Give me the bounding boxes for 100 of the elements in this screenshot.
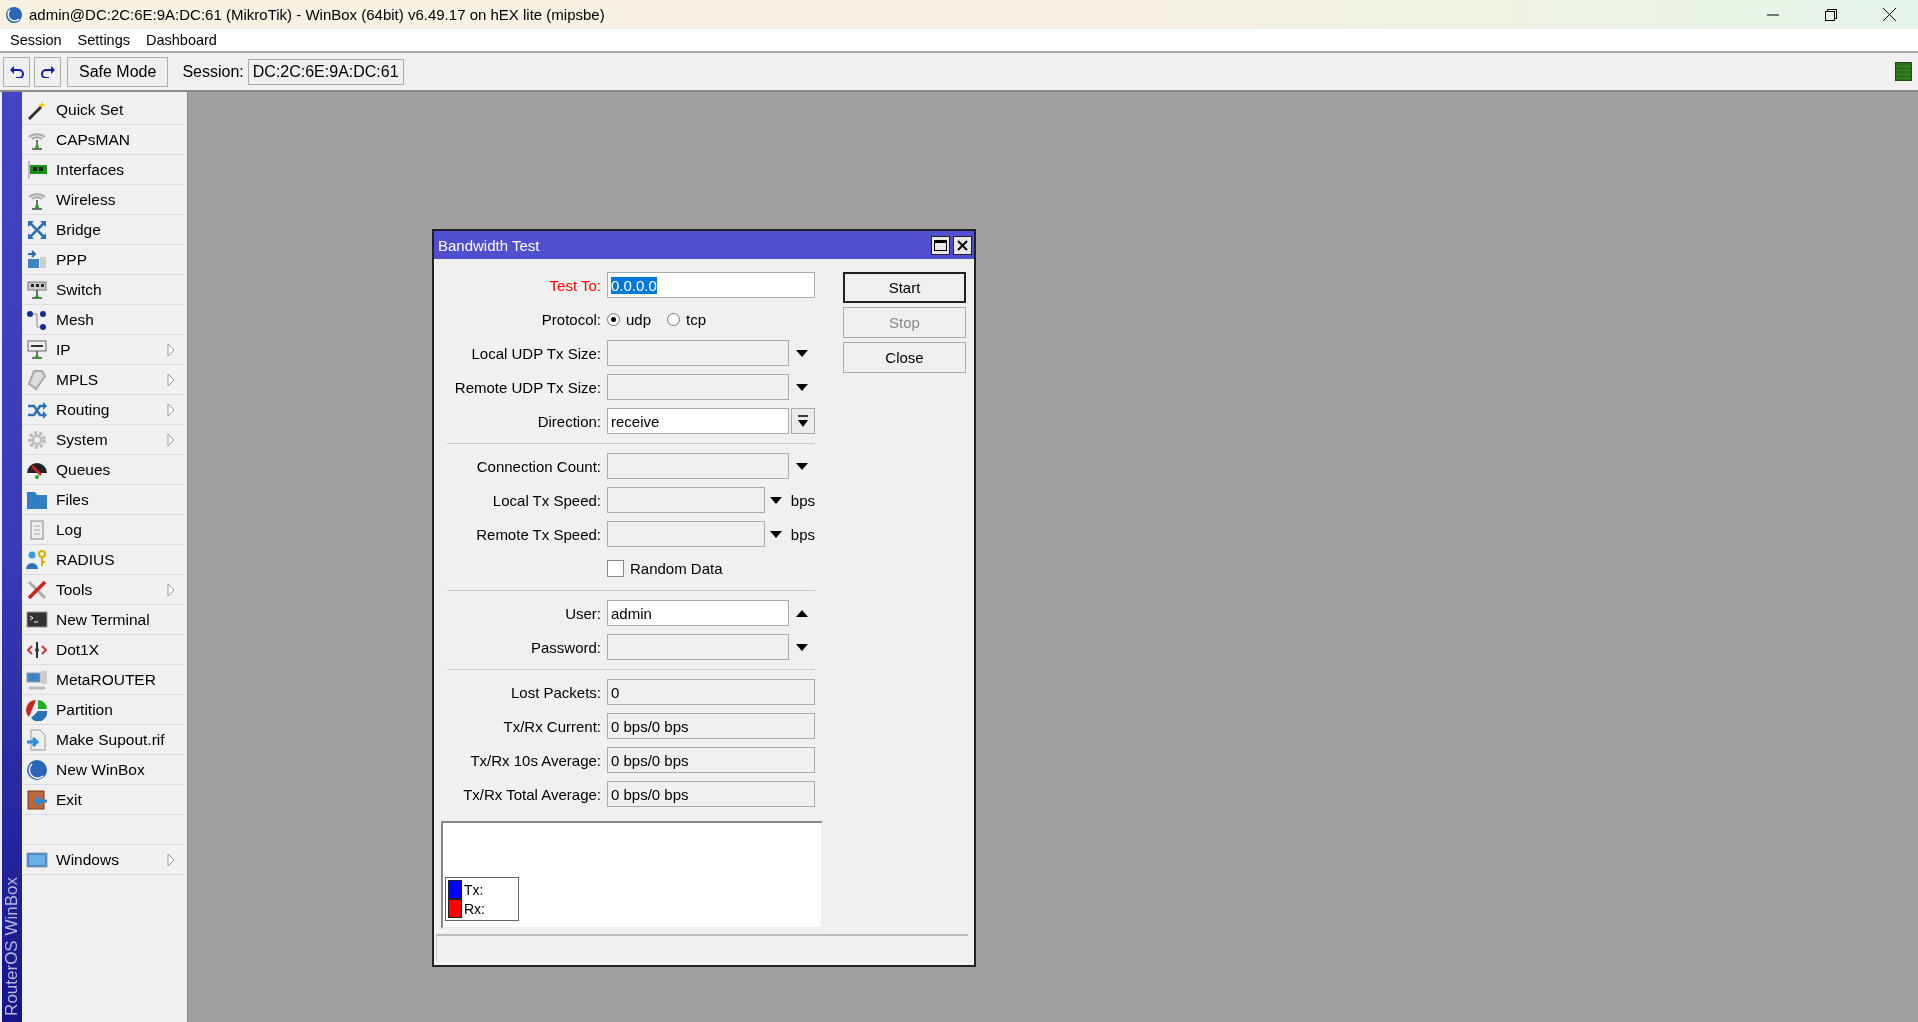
- readonly-field: 0: [607, 679, 815, 705]
- field-label: Tx/Rx Total Average:: [462, 785, 601, 803]
- close-button[interactable]: [953, 235, 972, 255]
- submenu-arrow-icon: [167, 432, 175, 447]
- radio-option[interactable]: tcp: [667, 310, 707, 328]
- minimize-icon: [1767, 13, 1779, 16]
- radio-option[interactable]: udp: [607, 310, 652, 328]
- window-title: admin@DC:2C:6E:9A:DC:61 (MikroTik) - WinBox (64bit) v6.49.17 on hEX lite (mipsbe): [29, 6, 606, 23]
- menu-item[interactable]: Settings: [69, 32, 138, 48]
- session-field[interactable]: DC:2C:6E:9A:DC:61: [247, 58, 404, 85]
- undo-icon: [9, 65, 24, 78]
- close-icon: [957, 239, 968, 251]
- checkbox-label: Random Data: [630, 559, 723, 577]
- computer-icon: [26, 668, 48, 691]
- sidebar-item[interactable]: Partition: [22, 695, 185, 725]
- dropdown-arrow-icon[interactable]: [769, 496, 782, 504]
- close-icon: [1882, 8, 1896, 21]
- sidebar-item[interactable]: Quick Set: [22, 95, 185, 125]
- combo-field[interactable]: [607, 487, 766, 513]
- submenu-arrow-icon: [167, 372, 175, 387]
- combo-field[interactable]: [607, 453, 789, 479]
- menu-item[interactable]: Session: [2, 32, 70, 48]
- submenu-arrow-icon: [167, 402, 175, 417]
- readonly-field: 0 bps/0 bps: [607, 747, 815, 773]
- sidebar-item[interactable]: CAPsMAN: [22, 125, 185, 155]
- combo-field[interactable]: [607, 340, 789, 366]
- field-label: Remote Tx Speed:: [475, 525, 601, 543]
- sidebar-item[interactable]: MetaROUTER: [22, 665, 185, 695]
- maximize-button[interactable]: [931, 235, 950, 255]
- submenu-arrow-icon: [167, 342, 175, 357]
- maximize-icon: [934, 239, 947, 251]
- sidebar-item[interactable]: Windows: [22, 845, 185, 875]
- dropdown-arrow-icon[interactable]: [796, 383, 808, 391]
- sidebar-item[interactable]: Switch: [22, 275, 185, 305]
- readonly-field: 0 bps/0 bps: [607, 713, 815, 739]
- dropdown-button[interactable]: [791, 408, 815, 434]
- up-arrow-icon[interactable]: [796, 609, 808, 617]
- sidebar-item[interactable]: Log: [22, 515, 185, 545]
- legend-label: Rx:: [464, 900, 485, 917]
- switch-icon: [26, 278, 48, 301]
- field-label: Test To:: [548, 276, 601, 294]
- sidebar-item[interactable]: Bridge: [22, 215, 185, 245]
- field-label: User:: [564, 604, 601, 622]
- sidebar-item[interactable]: Interfaces: [22, 155, 185, 185]
- sidebar-item[interactable]: System: [22, 425, 185, 455]
- checkbox[interactable]: [607, 559, 624, 577]
- sidebar-item[interactable]: MPLS: [22, 365, 185, 395]
- undo-button[interactable]: [3, 56, 30, 87]
- address-field[interactable]: 0.0.0.0: [607, 272, 815, 298]
- field-label: Remote UDP Tx Size:: [453, 378, 601, 396]
- dropdown-arrow-icon[interactable]: [769, 530, 782, 538]
- sidebar-item[interactable]: Exit: [22, 785, 185, 815]
- network-card-icon: [26, 158, 48, 181]
- app-logo-icon: [5, 5, 23, 24]
- dropdown-arrow-icon[interactable]: [796, 462, 808, 470]
- field-label: Direction:: [536, 412, 601, 430]
- sidebar-item[interactable]: Dot1X: [22, 635, 185, 665]
- combo-field[interactable]: [607, 374, 789, 400]
- submenu-arrow-icon: [167, 582, 175, 597]
- sidebar-item[interactable]: New Terminal: [22, 605, 185, 635]
- field-label: Tx/Rx 10s Average:: [469, 751, 601, 769]
- sidebar-item[interactable]: RADIUS: [22, 545, 185, 575]
- combo-field[interactable]: [607, 634, 789, 660]
- dropdown-arrow-icon[interactable]: [796, 643, 808, 651]
- sidebar-item[interactable]: Make Supout.rif: [22, 725, 185, 755]
- submenu-arrow-icon: [167, 852, 175, 867]
- combo-field[interactable]: [607, 521, 766, 547]
- sidebar-item[interactable]: IP: [22, 335, 185, 365]
- tag-icon: [26, 368, 48, 391]
- sidebar-item[interactable]: PPP: [22, 245, 185, 275]
- redo-icon: [40, 65, 55, 78]
- sidebar-item[interactable]: Wireless: [22, 185, 185, 215]
- sidebar-item[interactable]: Queues: [22, 455, 185, 485]
- dropdown-arrow-icon[interactable]: [796, 349, 808, 357]
- document-arrow-icon: [26, 728, 48, 751]
- sidebar-item[interactable]: Routing: [22, 395, 185, 425]
- menu-item[interactable]: Dashboard: [138, 32, 225, 48]
- field-label: Lost Packets:: [509, 683, 601, 701]
- dialog-button[interactable]: Close: [843, 342, 966, 373]
- users-key-icon: [26, 548, 48, 571]
- field-label: Tx/Rx Current:: [502, 717, 601, 735]
- combo-field[interactable]: admin: [607, 600, 789, 626]
- globe-icon: [26, 758, 48, 781]
- sidebar-item[interactable]: Tools: [22, 575, 185, 605]
- legend-label: Tx:: [464, 881, 484, 898]
- sidebar-item[interactable]: Mesh: [22, 305, 185, 335]
- redo-button[interactable]: [34, 56, 61, 87]
- unit-label: bps: [790, 491, 815, 509]
- dialog-title: Bandwidth Test: [438, 236, 541, 254]
- safe-mode-button[interactable]: Safe Mode: [67, 56, 169, 87]
- sidebar-item[interactable]: Files: [22, 485, 185, 515]
- monitor-icon: [26, 338, 48, 361]
- field-label: Local UDP Tx Size:: [470, 344, 601, 362]
- linked-nodes-icon: [26, 308, 48, 331]
- sidebar-item[interactable]: New WinBox: [22, 755, 185, 785]
- cross-arrows-icon: [26, 218, 48, 241]
- brand-label: RouterOS WinBox: [2, 877, 22, 1016]
- restore-icon: [1825, 8, 1837, 21]
- select-field[interactable]: receive: [607, 408, 789, 434]
- dialog-button[interactable]: Start: [843, 272, 966, 303]
